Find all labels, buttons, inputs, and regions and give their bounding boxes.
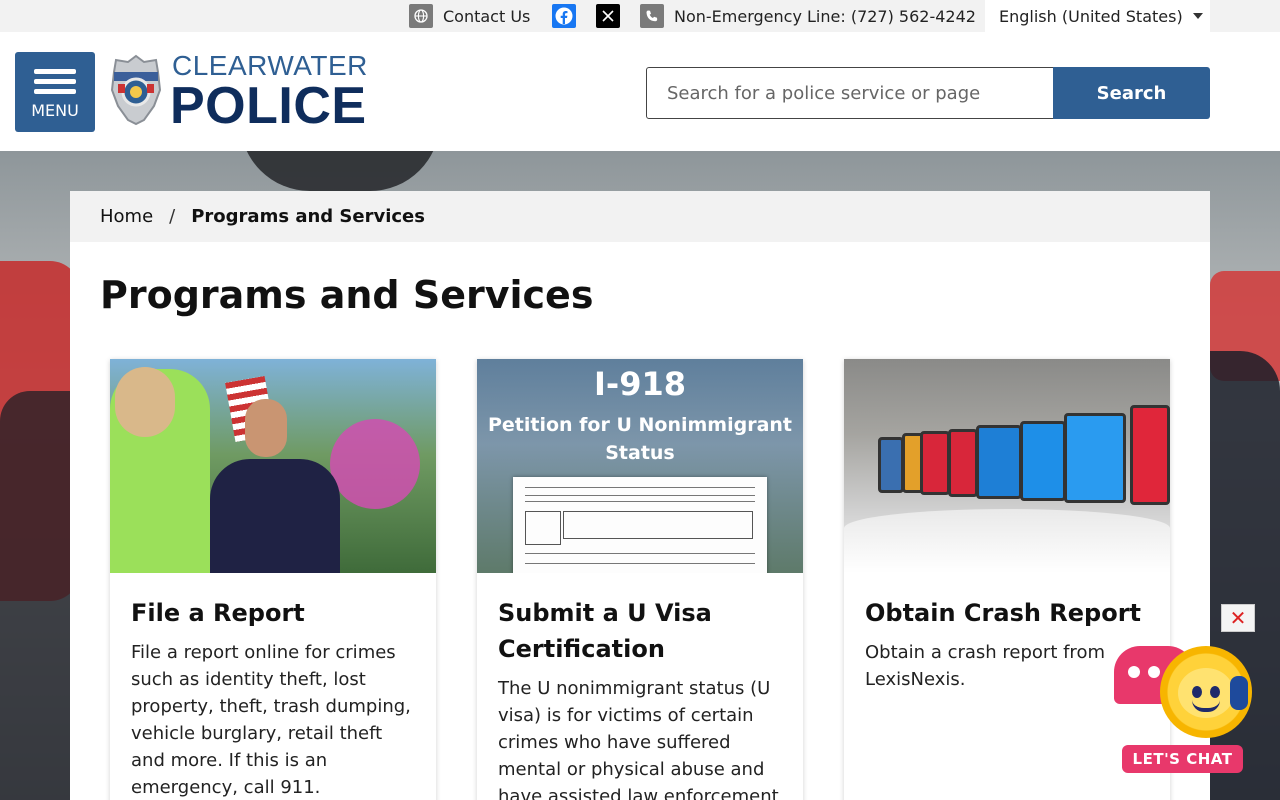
page-title: Programs and Services: [100, 273, 594, 317]
phone-icon: [640, 4, 664, 28]
site-header: MENU CLEARWATER POLICE Search: [0, 32, 1280, 151]
content-panel: Home / Programs and Services Programs an…: [70, 191, 1210, 800]
language-selected-value: English (United States): [999, 6, 1183, 26]
logo-police[interactable]: POLICE: [170, 76, 367, 136]
x-link[interactable]: [596, 0, 620, 32]
sun-mascot-icon[interactable]: [1160, 646, 1252, 738]
card-title[interactable]: File a Report: [131, 595, 421, 631]
lets-chat-button[interactable]: LET'S CHAT: [1122, 745, 1243, 773]
globe-icon: [409, 4, 433, 28]
search-input[interactable]: [646, 67, 1054, 119]
police-badge-icon: [110, 54, 162, 126]
caret-down-icon: [1192, 13, 1203, 19]
search-button[interactable]: Search: [1053, 67, 1210, 119]
card-title[interactable]: Submit a U Visa Certification: [498, 595, 788, 667]
card-image-file-report: [110, 359, 436, 573]
card-crash-report[interactable]: Obtain Crash Report Obtain a crash repor…: [844, 359, 1170, 800]
breadcrumb-home-link[interactable]: Home: [100, 206, 153, 227]
card-file-a-report[interactable]: File a Report File a report online for c…: [110, 359, 436, 800]
breadcrumb-current: Programs and Services: [191, 206, 425, 227]
utility-bar: Contact Us Non-Emergency Line: (727) 562…: [0, 0, 1280, 32]
chat-close-button[interactable]: ✕: [1221, 604, 1255, 632]
card-image-crash-report: [844, 359, 1170, 573]
facebook-icon: [552, 4, 576, 28]
language-select[interactable]: English (United States): [985, 0, 1210, 32]
x-icon: [596, 4, 620, 28]
breadcrumb: Home / Programs and Services: [70, 191, 1210, 242]
breadcrumb-separator: /: [169, 206, 176, 227]
card-description: The U nonimmigrant status (U visa) is fo…: [498, 678, 779, 800]
card-description: Obtain a crash report from LexisNexis.: [865, 642, 1105, 690]
image-subheading: Petition for U Nonimmigrant Status: [487, 414, 793, 464]
non-emergency-label: Non-Emergency Line: (727) 562-4242: [674, 6, 976, 26]
non-emergency-link[interactable]: Non-Emergency Line: (727) 562-4242: [640, 0, 976, 32]
menu-label: MENU: [31, 101, 79, 120]
menu-button[interactable]: MENU: [15, 52, 95, 132]
card-title[interactable]: Obtain Crash Report: [865, 595, 1155, 631]
hamburger-icon: [34, 64, 76, 99]
image-heading: I-918: [594, 365, 686, 403]
contact-us-link[interactable]: Contact Us: [409, 0, 530, 32]
facebook-link[interactable]: [552, 0, 576, 32]
card-description: File a report online for crimes such as …: [131, 642, 411, 798]
card-image-u-visa: I-918 Petition for U Nonimmigrant Status: [477, 359, 803, 573]
card-u-visa[interactable]: I-918 Petition for U Nonimmigrant Status…: [477, 359, 803, 800]
close-icon: ✕: [1229, 606, 1247, 630]
contact-us-label: Contact Us: [443, 6, 531, 26]
